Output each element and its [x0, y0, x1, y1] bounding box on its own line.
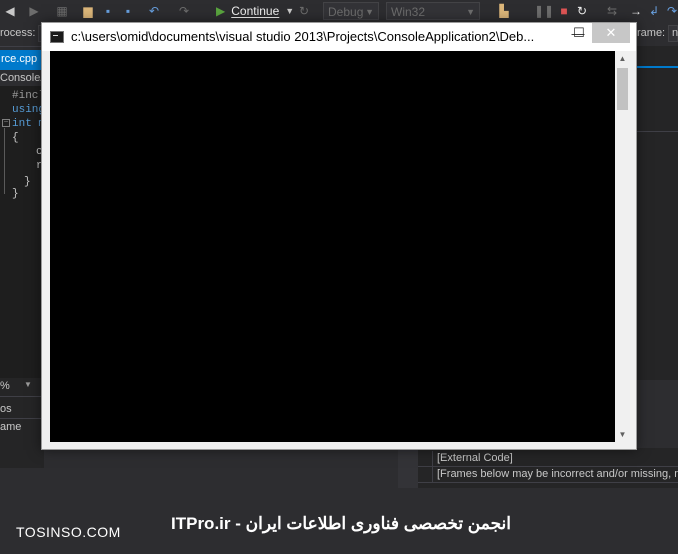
outline-guide	[4, 128, 5, 194]
list-item[interactable]: [External Code]	[418, 451, 678, 467]
refresh-icon[interactable]: ↻	[296, 3, 312, 19]
code-editor[interactable]: #incl using − int m { c r } }	[0, 86, 45, 378]
output-panel	[44, 450, 418, 488]
console-window[interactable]: c:\users\omid\documents\visual studio 20…	[41, 22, 637, 450]
scroll-thumb[interactable]	[617, 68, 628, 110]
show-next-statement-icon[interactable]: ⇆	[604, 3, 620, 19]
config-combo-value: Debug	[328, 5, 364, 19]
frame-text: [Frames below may be incorrect and/or mi…	[437, 468, 678, 480]
chevron-down-icon[interactable]: ▼	[24, 380, 32, 389]
console-titlebar[interactable]: c:\users\omid\documents\visual studio 20…	[42, 23, 636, 51]
row-marker	[418, 467, 433, 482]
platform-combo[interactable]: Win32 ▼	[386, 2, 480, 20]
panel-splitter	[398, 448, 418, 488]
platform-combo-value: Win32	[391, 5, 426, 19]
call-stack-panel: [External Code] [Frames below may be inc…	[418, 448, 678, 488]
step-over-icon[interactable]: ↷	[664, 3, 678, 19]
chevron-down-icon: ▼	[285, 6, 295, 16]
frame-label: rame:	[637, 27, 666, 39]
pause-icon[interactable]: ❚❚	[534, 3, 554, 19]
forward-icon[interactable]: ▶	[26, 3, 42, 19]
frame-combo-value: n	[672, 27, 678, 39]
back-icon[interactable]: ◀	[2, 3, 18, 19]
step-into-icon[interactable]: ↲	[646, 3, 662, 19]
redo-icon[interactable]: ↷	[176, 3, 192, 19]
find-icon[interactable]: ▙	[496, 3, 512, 19]
tab-label: rce.cpp	[1, 53, 38, 65]
tab-source-cpp[interactable]: rce.cpp	[0, 50, 45, 68]
frame-text: [External Code]	[437, 452, 513, 464]
continue-label: Continue	[231, 4, 280, 18]
column-header: ame	[0, 421, 22, 433]
divider	[635, 131, 678, 132]
window-title: c:\users\omid\documents\visual studio 20…	[71, 29, 535, 44]
new-project-icon[interactable]: ▦	[54, 3, 70, 19]
list-item[interactable]: [Frames below may be incorrect and/or mi…	[418, 467, 678, 483]
close-button[interactable]: ✕	[592, 23, 630, 43]
code-line: }	[12, 188, 19, 200]
config-combo[interactable]: Debug ▼	[323, 2, 379, 20]
chevron-down-icon: ▼	[466, 7, 475, 17]
chevron-down-icon: ▼	[365, 7, 374, 17]
undo-icon[interactable]: ↶	[146, 3, 162, 19]
console-scrollbar[interactable]: ▲ ▼	[615, 51, 630, 442]
step-icon[interactable]: →	[628, 3, 644, 19]
open-file-icon[interactable]: ▆	[80, 3, 96, 19]
console-output[interactable]	[50, 51, 615, 442]
frame-combo[interactable]: n	[668, 25, 678, 42]
solution-explorer-panel	[635, 46, 678, 380]
row-marker	[418, 451, 433, 466]
divider	[0, 418, 44, 419]
maximize-button[interactable]: ☐	[569, 23, 589, 43]
restart-icon[interactable]: ↻	[574, 3, 590, 19]
process-label: rocess:	[0, 27, 36, 39]
main-toolbar: ◀ ▶ ▦ ▆ ▪ ▪ ↶ ↷ ▶ Continue ▼ ↻ Debug ▼ W…	[0, 0, 678, 23]
code-line: {	[12, 132, 19, 144]
locals-panel: % ▼ os ame	[0, 378, 44, 468]
play-icon: ▶	[216, 4, 226, 18]
save-icon[interactable]: ▪	[100, 3, 116, 19]
scroll-down-icon[interactable]: ▼	[615, 427, 630, 442]
scroll-up-icon[interactable]: ▲	[615, 51, 630, 66]
watermark-right: ITPro.ir - انجمن تخصصی فناوری اطلاعات ای…	[171, 514, 512, 533]
stop-icon[interactable]: ■	[556, 3, 572, 19]
watermark-left: TOSINSO.COM	[16, 524, 121, 540]
code-line: }	[24, 176, 31, 188]
console-app-icon	[50, 31, 64, 43]
divider	[0, 396, 44, 397]
scope-dropdown[interactable]: ConsoleA	[0, 70, 48, 86]
save-all-icon[interactable]: ▪	[120, 3, 136, 19]
continue-button[interactable]: ▶ Continue ▼	[216, 3, 294, 19]
panel-accent	[635, 66, 678, 68]
column-header: os	[0, 403, 12, 415]
collapse-icon[interactable]: −	[2, 119, 10, 127]
zoom-label: %	[0, 380, 10, 392]
